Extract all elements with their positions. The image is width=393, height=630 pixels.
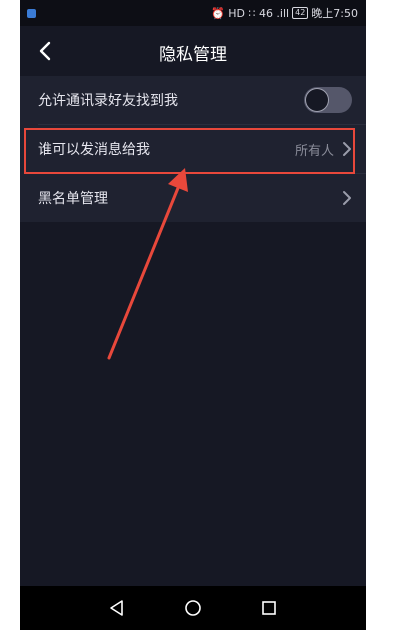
triangle-back-icon[interactable]	[106, 597, 128, 619]
square-recents-icon[interactable]	[258, 597, 280, 619]
navigation-bar: 隐私管理	[20, 26, 366, 76]
allow-find-toggle[interactable]	[304, 87, 352, 113]
status-time: 晚上7:50	[311, 7, 358, 20]
status-bar: ⏰ HD ∷ 46 .ill 42 晚上7:50	[20, 0, 366, 26]
battery-icon: 42	[292, 7, 309, 19]
status-bar-right: ⏰ HD ∷ 46 .ill 42 晚上7:50	[211, 5, 358, 21]
status-icons: ⏰ HD ∷ 46 .ill	[211, 6, 290, 20]
app-notification-icon	[27, 8, 36, 18]
annotation-highlight-box	[24, 128, 355, 174]
phone-screen: ⏰ HD ∷ 46 .ill 42 晚上7:50 隐私管理 允许通讯录好友找到我…	[20, 0, 366, 630]
page-title: 隐私管理	[159, 45, 227, 65]
setting-row-allow-find: 允许通讯录好友找到我	[20, 76, 366, 124]
circle-home-icon[interactable]	[182, 597, 204, 619]
system-navigation-bar	[20, 586, 366, 630]
setting-row-blacklist[interactable]: 黑名单管理	[20, 174, 366, 222]
setting-label: 黑名单管理	[38, 191, 108, 207]
chevron-right-icon	[343, 191, 351, 205]
setting-label: 允许通讯录好友找到我	[38, 93, 178, 109]
toggle-knob	[306, 89, 328, 111]
